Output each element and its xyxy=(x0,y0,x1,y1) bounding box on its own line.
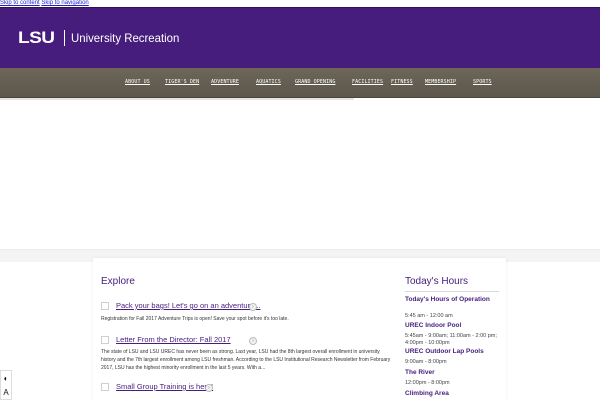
nav-item-grand-opening[interactable]: GRAND OPENING xyxy=(295,79,335,85)
hours-divider xyxy=(405,291,499,292)
explore-heading: Explore xyxy=(101,276,135,287)
hours-time: 9:00am - 8:00pm xyxy=(405,359,447,365)
contrast-icon[interactable]: ◐ xyxy=(4,374,9,383)
lsu-logo-mark: LSU xyxy=(18,28,55,47)
site-title: University Recreation xyxy=(70,31,179,45)
read-more-arrow-icon[interactable]: › xyxy=(249,303,257,311)
hours-facility-indoor-pool: UREC Indoor Pool xyxy=(405,322,462,329)
hours-time: 12:00pm - 8:00pm xyxy=(405,380,450,386)
article-summary: The state of LSU and LSU UREC has never … xyxy=(101,349,391,371)
hours-facility-operation: Today's Hours of Operation xyxy=(405,296,490,303)
nav-item-aquatics[interactable]: AQUATICS xyxy=(256,79,281,85)
logo-divider xyxy=(63,30,65,46)
hours-time: 5:45am - 9:00am; 11:00am - 2:00 pm; 4:00… xyxy=(405,333,497,346)
article-checkbox[interactable] xyxy=(101,336,109,344)
skip-to-content-link[interactable]: Skip to content xyxy=(0,0,40,6)
article-checkbox[interactable] xyxy=(101,302,109,310)
article-summary: Registration for Fall 2017 Adventure Tri… xyxy=(101,316,289,322)
nav-item-membership[interactable]: MEMBERSHIP xyxy=(425,79,456,85)
hours-facility-climbing-area: Climbing Area xyxy=(405,390,449,397)
nav-item-tigers-den[interactable]: TIGER'S DEN xyxy=(165,79,199,85)
accessibility-toolbar: ◐ A xyxy=(0,370,12,400)
todays-hours-heading: Today's Hours xyxy=(405,276,469,287)
article-title-letter-from-director[interactable]: Letter From the Director: Fall 2017 xyxy=(116,335,231,344)
site-logo[interactable]: LSU University Recreation xyxy=(18,28,185,48)
nav-item-about-us[interactable]: ABOUT US xyxy=(125,79,150,85)
article-title-adventure[interactable]: Pack your bags! Let's go on an adventure… xyxy=(116,301,260,310)
read-more-arrow-icon[interactable]: › xyxy=(205,384,213,392)
nav-item-fitness[interactable]: FITNESS xyxy=(391,79,413,85)
text-size-icon[interactable]: A xyxy=(3,388,8,397)
nav-item-sports[interactable]: SPORTS xyxy=(473,79,492,85)
hero-banner xyxy=(0,100,600,250)
nav-item-facilities[interactable]: FACILITIES xyxy=(352,79,383,85)
nav-item-adventure[interactable]: ADVENTURE xyxy=(211,79,239,85)
hours-facility-outdoor-lap-pools: UREC Outdoor Lap Pools xyxy=(405,348,484,355)
hours-time: 5:45 am - 12:00 am xyxy=(405,313,453,319)
article-checkbox[interactable] xyxy=(101,383,109,391)
read-more-arrow-icon[interactable]: › xyxy=(249,337,257,345)
hours-facility-the-river: The River xyxy=(405,369,435,376)
article-title-small-group-training[interactable]: Small Group Training is here! xyxy=(116,382,213,391)
skip-to-navigation-link[interactable]: Skip to navigation xyxy=(41,0,88,6)
